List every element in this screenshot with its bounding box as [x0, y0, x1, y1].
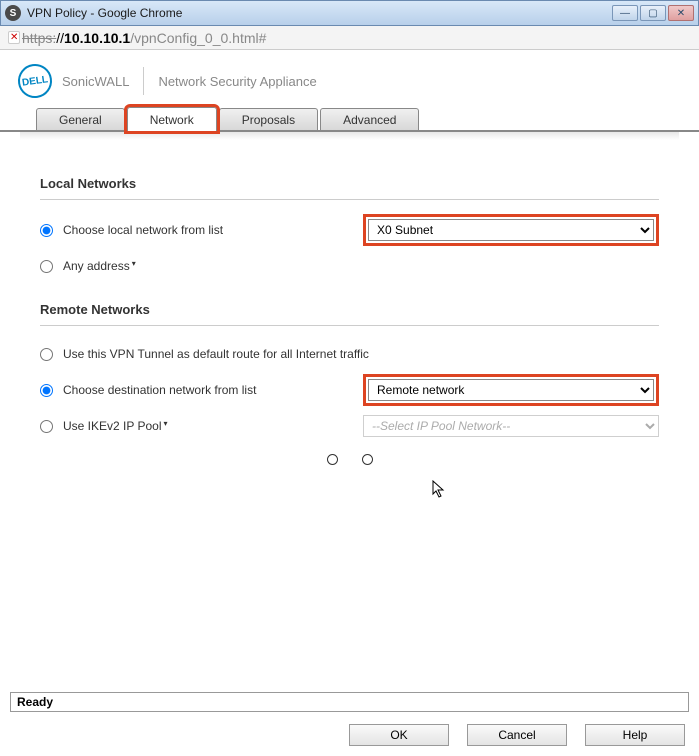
status-bar: Ready [10, 692, 689, 712]
address-bar[interactable]: https: // 10.10.10.1 /vpnConfig_0_0.html… [0, 26, 699, 50]
row-local-any: Any address [40, 252, 659, 280]
brand-bar: DELL SonicWALL Network Security Applianc… [0, 50, 699, 106]
row-local-list: Choose local network from list X0 Subnet [40, 214, 659, 246]
url-path: /vpnConfig_0_0.html# [130, 30, 266, 46]
tab-panel-network: Local Networks Choose local network from… [0, 160, 699, 465]
label-remote-default: Use this VPN Tunnel as default route for… [63, 347, 659, 361]
tab-general[interactable]: General [36, 108, 125, 130]
pager [40, 454, 659, 465]
window-title: VPN Policy - Google Chrome [27, 6, 610, 20]
tab-shadow [20, 132, 679, 140]
select-local-network[interactable]: X0 Subnet [368, 219, 654, 241]
section-title-local: Local Networks [40, 160, 659, 200]
tab-proposals[interactable]: Proposals [219, 108, 318, 130]
radio-local-list[interactable] [40, 224, 53, 237]
highlight-remote-select: Remote network [363, 374, 659, 406]
minimize-button[interactable]: — [612, 5, 638, 21]
label-local-any: Any address [63, 259, 363, 273]
radio-local-any[interactable] [40, 260, 53, 273]
radio-remote-ike[interactable] [40, 420, 53, 433]
footer-buttons: OK Cancel Help [349, 724, 685, 746]
url-host: 10.10.10.1 [64, 30, 130, 46]
tab-strip: General Network Proposals Advanced [0, 106, 699, 132]
tab-network[interactable]: Network [127, 107, 217, 131]
label-remote-list: Choose destination network from list [63, 383, 363, 397]
cursor-icon [432, 480, 448, 505]
radio-remote-list[interactable] [40, 384, 53, 397]
help-button[interactable]: Help [585, 724, 685, 746]
label-local-list: Choose local network from list [63, 223, 363, 237]
pager-dot-2[interactable] [362, 454, 373, 465]
row-remote-default: Use this VPN Tunnel as default route for… [40, 340, 659, 368]
window-titlebar: S VPN Policy - Google Chrome — ▢ ✕ [0, 0, 699, 26]
highlight-local-select: X0 Subnet [363, 214, 659, 246]
label-remote-ike: Use IKEv2 IP Pool [63, 419, 363, 433]
brand-separator [143, 67, 144, 95]
row-remote-ike: Use IKEv2 IP Pool --Select IP Pool Netwo… [40, 412, 659, 440]
tab-advanced[interactable]: Advanced [320, 108, 419, 130]
maximize-button[interactable]: ▢ [640, 5, 666, 21]
url-protocol: https: [22, 30, 56, 46]
ok-button[interactable]: OK [349, 724, 449, 746]
brand-subtitle: Network Security Appliance [158, 74, 316, 89]
pager-dot-1[interactable] [327, 454, 338, 465]
brand-name: SonicWALL [62, 74, 129, 89]
dell-logo-icon: DELL [16, 62, 54, 100]
select-remote-network[interactable]: Remote network [368, 379, 654, 401]
select-ip-pool: --Select IP Pool Network-- [363, 415, 659, 437]
row-remote-list: Choose destination network from list Rem… [40, 374, 659, 406]
cancel-button[interactable]: Cancel [467, 724, 567, 746]
radio-remote-default[interactable] [40, 348, 53, 361]
url-sep: // [56, 30, 64, 46]
section-title-remote: Remote Networks [40, 286, 659, 326]
close-button[interactable]: ✕ [668, 5, 694, 21]
favicon-icon: S [5, 5, 21, 21]
